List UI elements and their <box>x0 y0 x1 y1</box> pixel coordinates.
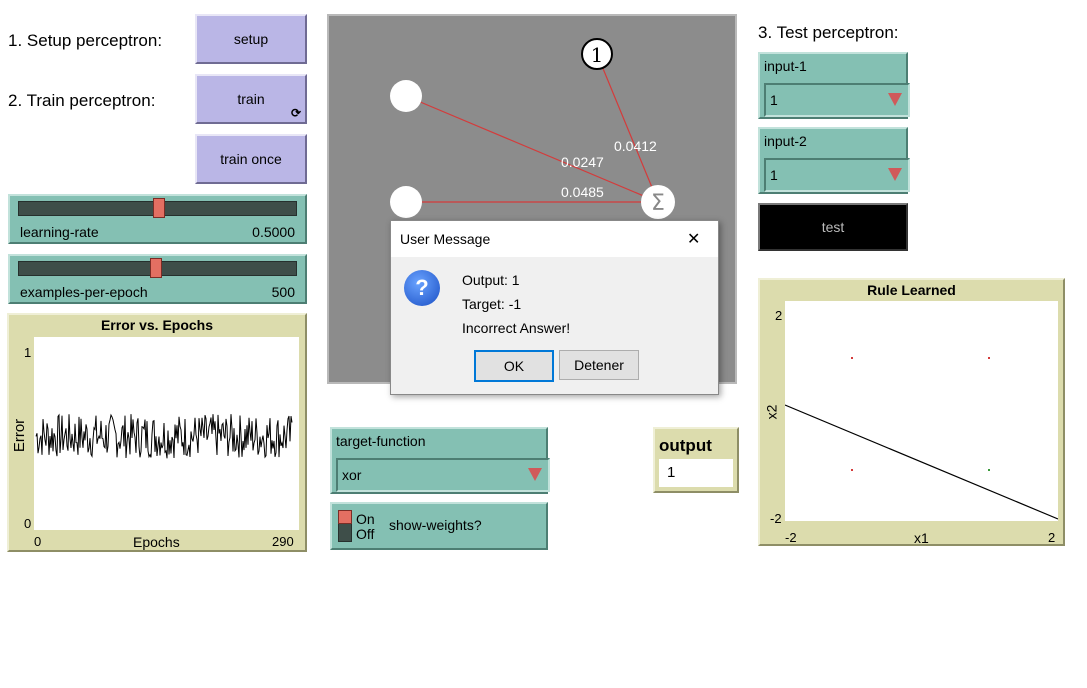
ok-button[interactable]: OK <box>474 350 554 382</box>
y-max-label: 1 <box>24 345 32 360</box>
monitor-title: output <box>659 436 712 455</box>
output-monitor: output 1 <box>653 427 739 493</box>
question-icon: ? <box>404 270 440 306</box>
sum-symbol: Σ <box>651 191 665 216</box>
x-axis-label: Epochs <box>133 534 180 550</box>
user-message-dialog[interactable]: User Message ✕ ? Output: 1 Target: -1 In… <box>390 220 719 395</box>
chooser-title: input-1 <box>764 58 807 74</box>
chooser-value: xor <box>342 467 362 483</box>
slider-label: learning-rate <box>20 224 99 240</box>
monitor-value-box: 1 <box>659 459 733 487</box>
test-button-label: test <box>821 219 845 235</box>
plot-area <box>784 301 1059 521</box>
slider-knob[interactable] <box>152 198 165 218</box>
stop-button-label: Detener <box>574 357 624 373</box>
train-step-label: 2. Train perceptron: <box>8 91 156 110</box>
weight-label: 0.0247 <box>561 154 604 170</box>
switch-handle[interactable] <box>338 510 352 524</box>
switch-on-label: On <box>356 511 375 527</box>
close-icon[interactable]: ✕ <box>687 229 700 249</box>
data-point <box>988 357 990 359</box>
train-once-button[interactable]: train once <box>195 134 307 184</box>
y-min-label: 0 <box>24 516 32 531</box>
plot-area <box>34 337 299 530</box>
test-button[interactable]: test <box>758 203 908 251</box>
switch-track[interactable] <box>338 510 352 542</box>
error-line <box>35 413 293 459</box>
switch-label: show-weights? <box>389 517 482 533</box>
setup-button-label: setup <box>233 31 269 47</box>
setup-step-label: 1. Setup perceptron: <box>8 31 163 50</box>
input-2-chooser[interactable]: input-2 1 <box>758 127 910 194</box>
chooser-value-box[interactable]: 1 <box>764 158 910 192</box>
learning-rate-slider[interactable]: learning-rate 0.5000 <box>8 194 307 244</box>
input-node-2 <box>390 186 422 218</box>
examples-per-epoch-slider[interactable]: examples-per-epoch 500 <box>8 254 307 304</box>
train-button-label: train <box>237 91 265 107</box>
data-point <box>988 469 990 471</box>
chooser-value: 1 <box>770 92 778 108</box>
test-step-label: 3. Test perceptron: <box>758 23 899 42</box>
error-plot: Error vs. Epochs 1 0 Error 0 Epochs 290 <box>7 313 307 552</box>
chooser-value-box[interactable]: 1 <box>764 83 910 117</box>
weight-label: 0.0485 <box>561 184 604 200</box>
dialog-title: User Message <box>400 231 491 247</box>
setup-button[interactable]: setup <box>195 14 307 64</box>
decision-boundary <box>784 404 1059 520</box>
dialog-line: Incorrect Answer! <box>462 320 571 336</box>
input-1-chooser[interactable]: input-1 1 <box>758 52 910 119</box>
data-point <box>851 469 853 471</box>
dialog-line: Target: -1 <box>462 296 522 312</box>
show-weights-switch[interactable]: On Off show-weights? <box>330 502 548 550</box>
dialog-line: Output: 1 <box>462 272 520 288</box>
chooser-value: 1 <box>770 167 778 183</box>
target-function-chooser[interactable]: target-function xor <box>330 427 550 494</box>
slider-knob[interactable] <box>149 258 162 278</box>
weight-label: 0.0412 <box>614 138 657 154</box>
train-button[interactable]: train ⟳ <box>195 74 307 124</box>
slider-value: 500 <box>271 284 295 300</box>
chevron-down-icon <box>888 168 902 181</box>
y-axis-label: x2 <box>763 404 780 420</box>
question-glyph: ? <box>415 275 429 300</box>
switch-off-label: Off <box>356 526 375 542</box>
x-axis-label: x1 <box>914 530 929 546</box>
slider-label: examples-per-epoch <box>20 284 148 300</box>
rule-plot: Rule Learned 2 -2 x2 -2 x1 2 <box>758 278 1065 546</box>
chooser-value-box[interactable]: xor <box>336 458 550 492</box>
dialog-titlebar[interactable]: User Message ✕ <box>391 221 718 257</box>
data-point <box>851 357 853 359</box>
x-min-label: 0 <box>34 534 42 549</box>
chevron-down-icon <box>528 468 542 481</box>
x-max-label: 290 <box>272 534 294 549</box>
forever-icon: ⟳ <box>290 106 301 120</box>
input-node-1 <box>390 80 422 112</box>
train-once-button-label: train once <box>220 151 282 167</box>
rule-graph <box>784 357 1059 520</box>
chooser-title: target-function <box>336 433 426 449</box>
chooser-title: input-2 <box>764 133 807 149</box>
plot-title: Rule Learned <box>867 282 956 298</box>
y-min-label: -2 <box>770 511 782 526</box>
plot-title: Error vs. Epochs <box>100 317 214 333</box>
monitor-value: 1 <box>667 464 676 481</box>
stop-button[interactable]: Detener <box>559 350 639 380</box>
y-max-label: 2 <box>775 308 783 323</box>
y-axis-label: Error <box>11 418 29 453</box>
chevron-down-icon <box>888 93 902 106</box>
x-max-label: 2 <box>1048 530 1056 545</box>
slider-value: 0.5000 <box>252 224 295 240</box>
x-min-label: -2 <box>785 530 797 545</box>
ok-button-label: OK <box>503 358 525 374</box>
bias-label: 1 <box>591 43 604 67</box>
